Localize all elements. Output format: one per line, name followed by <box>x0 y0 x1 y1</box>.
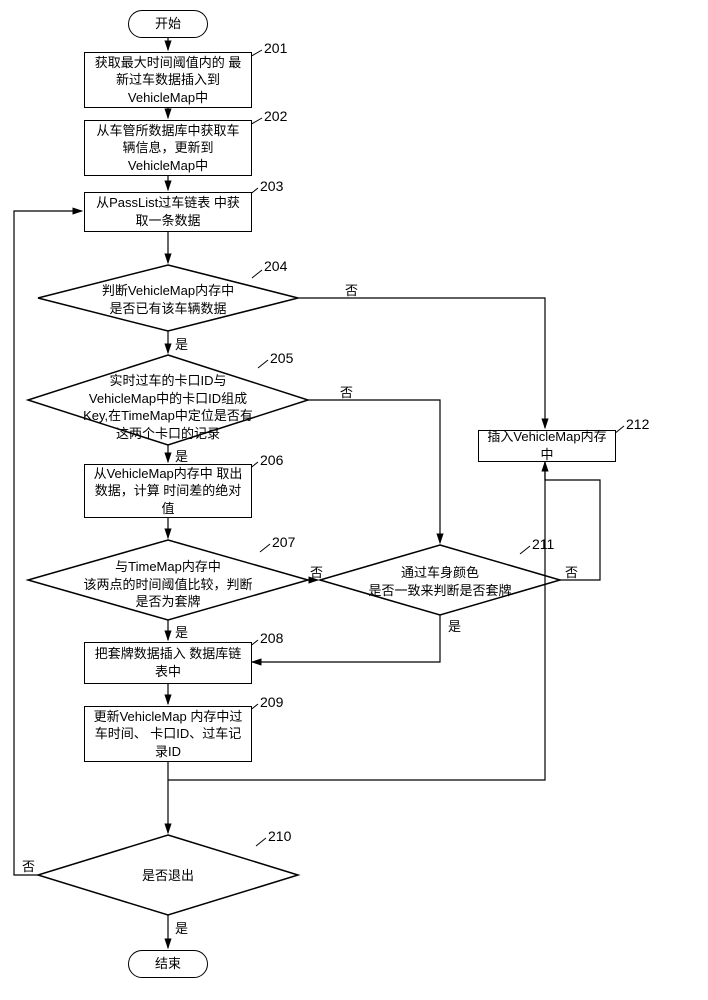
num-202: 202 <box>264 108 287 124</box>
step-208-text: 把套牌数据插入 数据库链表中 <box>91 645 245 680</box>
step-202-text: 从车管所数据库中获取车 辆信息，更新到 VehicleMap中 <box>91 122 245 175</box>
d211-no: 否 <box>565 562 578 581</box>
step-206: 从VehicleMap内存中 取出数据，计算 时间差的绝对值 <box>84 464 252 518</box>
step-203: 从PassList过车链表 中获取一条数据 <box>84 192 252 232</box>
num-204: 204 <box>264 258 287 274</box>
num-207: 207 <box>272 534 295 550</box>
step-209: 更新VehicleMap 内存中过车时间、 卡口ID、过车记录ID <box>84 706 252 762</box>
d204-yes: 是 <box>175 334 188 353</box>
num-206: 206 <box>260 452 283 468</box>
num-203: 203 <box>260 178 283 194</box>
step-202: 从车管所数据库中获取车 辆信息，更新到 VehicleMap中 <box>84 120 252 176</box>
num-209: 209 <box>260 694 283 710</box>
num-210: 210 <box>268 828 291 844</box>
end-terminator: 结束 <box>128 950 208 978</box>
decision-204-text: 判断VehicleMap内存中 是否已有该车辆数据 <box>88 282 248 317</box>
step-201: 获取最大时间阈值内的 最新过车数据插入到 VehicleMap中 <box>84 52 252 108</box>
decision-211-text: 通过车身颜色 是否一致来判断是否套牌 <box>350 564 530 599</box>
step-212: 插入VehicleMap内存中 <box>478 430 616 462</box>
step-206-text: 从VehicleMap内存中 取出数据，计算 时间差的绝对值 <box>91 465 245 518</box>
num-208: 208 <box>260 630 283 646</box>
step-209-text: 更新VehicleMap 内存中过车时间、 卡口ID、过车记录ID <box>91 708 245 761</box>
step-203-text: 从PassList过车链表 中获取一条数据 <box>91 194 245 229</box>
d210-no: 否 <box>22 856 35 875</box>
d207-no: 否 <box>310 562 323 581</box>
decision-207-text: 与TimeMap内存中 该两点的时间阈值比较，判断 是否为套牌 <box>68 558 268 611</box>
num-212: 212 <box>626 416 649 432</box>
start-terminator: 开始 <box>128 10 208 38</box>
num-201: 201 <box>264 40 287 56</box>
end-label: 结束 <box>155 955 181 973</box>
decision-205-text: 实时过车的卡口ID与 VehicleMap中的卡口ID组成 Key,在TimeM… <box>68 372 268 442</box>
d204-no: 否 <box>345 280 358 299</box>
num-205: 205 <box>270 350 293 366</box>
d205-yes: 是 <box>175 446 188 465</box>
step-208: 把套牌数据插入 数据库链表中 <box>84 642 252 684</box>
start-label: 开始 <box>155 15 181 33</box>
num-211: 211 <box>532 536 554 552</box>
d205-no: 否 <box>340 382 353 401</box>
step-212-text: 插入VehicleMap内存中 <box>485 428 609 463</box>
d207-yes: 是 <box>175 622 188 641</box>
d210-yes: 是 <box>175 918 188 937</box>
d211-yes: 是 <box>448 616 461 635</box>
decision-210-text: 是否退出 <box>88 867 248 885</box>
step-201-text: 获取最大时间阈值内的 最新过车数据插入到 VehicleMap中 <box>91 54 245 107</box>
